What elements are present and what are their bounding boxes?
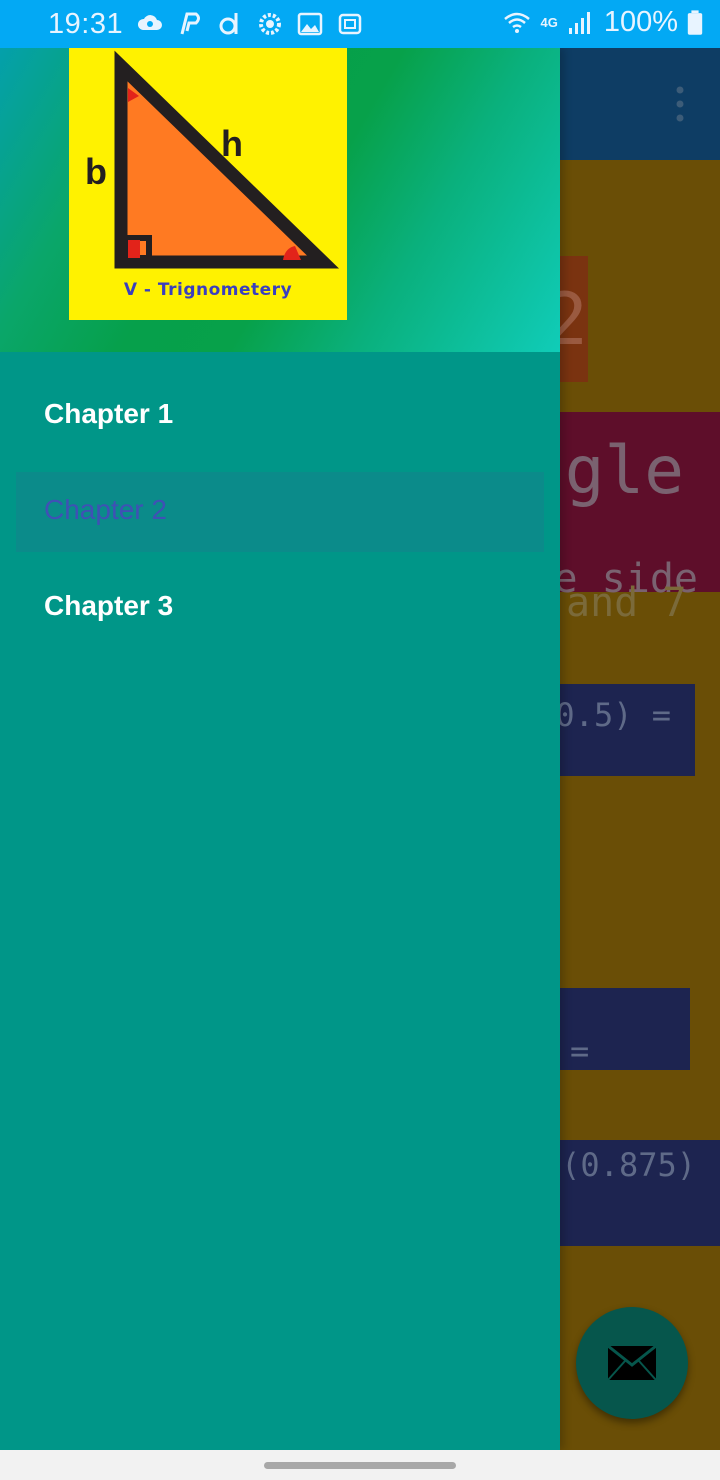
menu-item-label: Chapter 3 [44,590,174,621]
notification-icons [136,10,364,38]
formula-text: )(0.875) [541,1146,696,1184]
menu-item-label: Chapter 2 [44,494,167,525]
menu-item-chapter-2[interactable]: Chapter 2 [16,472,544,552]
status-bar: 19:31 4G 100% [0,0,720,48]
mail-icon [607,1345,657,1381]
battery-percent: 100% [603,6,678,38]
battery-icon [687,9,703,35]
home-gesture-handle[interactable] [264,1462,456,1469]
overflow-menu-icon[interactable] [670,84,690,124]
menu-item-chapter-1[interactable]: Chapter 1 [16,376,544,456]
drawer-header: b h V - Trignometery [0,48,560,352]
settings-gear-icon [259,13,281,35]
menu-item-label: Chapter 1 [44,398,174,429]
app-logo: b h V - Trignometery [69,48,347,320]
paypal-icon [180,12,200,35]
system-navigation-bar [0,1450,720,1480]
signal-icon [568,11,590,34]
screenshot-icon [338,13,362,35]
logo-caption: V - Trignometery [123,280,293,300]
mail-fab-button[interactable] [576,1307,688,1419]
formula-text: 0.5) = [555,696,671,734]
app-d-icon [219,13,238,35]
formula-text: = [570,1032,590,1070]
network-type: 4G [540,15,558,30]
status-time: 19:31 [48,8,124,40]
side-b-label: b [85,151,107,192]
side-h-label: h [221,123,243,164]
wifi-icon [504,12,531,33]
subtitle-text-2: and 7 [566,580,687,626]
image-icon [297,12,323,36]
menu-item-chapter-3[interactable]: Chapter 3 [16,568,544,648]
navigation-drawer: b h V - Trignometery Chapter 1 Chapter 2… [0,48,560,1450]
cloud-sync-icon [137,15,162,30]
status-right: 4G 100% [502,6,704,39]
